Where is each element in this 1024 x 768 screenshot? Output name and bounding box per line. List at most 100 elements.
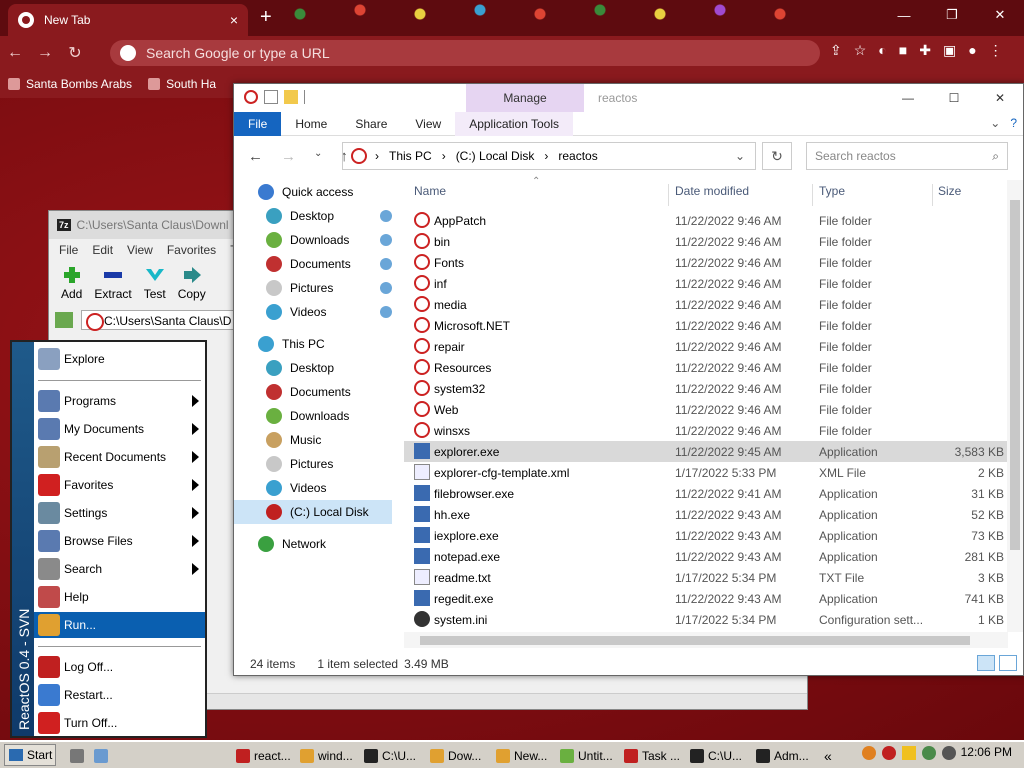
- 7zip-copy-button[interactable]: Copy: [178, 267, 206, 301]
- start-menu-item-turn-off[interactable]: Turn Off...: [34, 710, 205, 736]
- file-row[interactable]: iexplore.exe 11/22/2022 9:43 AM Applicatio…: [404, 525, 1010, 546]
- column-divider[interactable]: [932, 184, 933, 206]
- file-row[interactable]: bin 11/22/2022 9:46 AM File folder: [404, 231, 1010, 252]
- start-menu-item-programs[interactable]: Programs: [34, 388, 205, 414]
- taskbar-button[interactable]: wind...: [300, 745, 353, 767]
- menu-icon[interactable]: ⋮: [989, 42, 1003, 59]
- 7zip-path-input[interactable]: C:\Users\Santa Claus\D: [81, 310, 241, 331]
- nav-item-quick-access[interactable]: Quick access: [258, 180, 353, 204]
- search-input[interactable]: Search reactos ⌕: [806, 142, 1008, 170]
- taskbar-button[interactable]: Adm...: [756, 745, 809, 767]
- tray-expand-icon[interactable]: «: [824, 745, 832, 767]
- taskbar-button[interactable]: react...: [236, 745, 291, 767]
- start-menu-item-run[interactable]: Run...: [34, 612, 205, 638]
- start-button[interactable]: Start: [4, 744, 56, 766]
- help-icon[interactable]: ?: [1010, 116, 1017, 130]
- manage-contextual-tab[interactable]: Manage: [466, 84, 584, 112]
- 7zip-menu-view[interactable]: View: [127, 243, 153, 257]
- scrollbar-thumb[interactable]: [1010, 200, 1020, 550]
- large-icons-view-icon[interactable]: [999, 655, 1017, 671]
- column-divider[interactable]: [668, 184, 669, 206]
- nav-item-pictures[interactable]: Pictures: [266, 276, 333, 300]
- vertical-scrollbar[interactable]: [1007, 180, 1023, 632]
- file-row[interactable]: regedit.exe 11/22/2022 9:43 AM Application…: [404, 588, 1010, 609]
- qat-dropdown-icon[interactable]: [304, 90, 310, 104]
- nav-item-c-local-disk[interactable]: (C:) Local Disk: [234, 500, 392, 524]
- breadcrumb-this-pc[interactable]: This PC: [389, 149, 432, 163]
- nav-item-network[interactable]: Network: [258, 532, 326, 556]
- nav-item-documents[interactable]: Documents: [266, 252, 351, 276]
- file-row[interactable]: AppPatch 11/22/2022 9:46 AM File folder: [404, 210, 1010, 231]
- taskbar-button[interactable]: Untit...: [560, 745, 613, 767]
- reload-icon[interactable]: ↻: [60, 43, 90, 63]
- explorer-titlebar[interactable]: Manage reactos — ☐ ✕: [234, 84, 1023, 112]
- file-row[interactable]: hh.exe 11/22/2022 9:43 AM Application 52 KB: [404, 504, 1010, 525]
- taskbar-button[interactable]: C:\U...: [690, 745, 742, 767]
- address-bar[interactable]: › This PC › (C:) Local Disk › reactos ⌄: [342, 142, 756, 170]
- tray-app-icon[interactable]: [882, 746, 896, 760]
- details-view-icon[interactable]: [977, 655, 995, 671]
- chrome-tab[interactable]: New Tab ×: [8, 4, 248, 36]
- bookmark-star-icon[interactable]: ☆: [854, 42, 867, 59]
- back-icon[interactable]: ←: [0, 44, 30, 62]
- file-row[interactable]: Web 11/22/2022 9:46 AM File folder: [404, 399, 1010, 420]
- puzzle-icon[interactable]: ✚: [919, 42, 931, 59]
- start-menu-item-explore[interactable]: Explore: [34, 346, 205, 372]
- address-dropdown-icon[interactable]: ⌄: [735, 149, 745, 163]
- start-menu-item-recent-documents[interactable]: Recent Documents: [34, 444, 205, 470]
- start-menu-item-help[interactable]: Help: [34, 584, 205, 610]
- chrome-minimize-button[interactable]: —: [880, 0, 928, 30]
- share-icon[interactable]: ⇪: [830, 42, 842, 59]
- nav-item-this-pc[interactable]: This PC: [258, 332, 325, 356]
- file-row[interactable]: Fonts 11/22/2022 9:46 AM File folder: [404, 252, 1010, 273]
- start-menu-item-browse-files[interactable]: Browse Files: [34, 528, 205, 554]
- tab-close-icon[interactable]: ×: [230, 12, 238, 28]
- start-menu-item-log-off[interactable]: Log Off...: [34, 654, 205, 680]
- column-name[interactable]: Name: [414, 184, 446, 198]
- taskbar-button[interactable]: New...: [496, 745, 547, 767]
- tab-share[interactable]: Share: [341, 112, 401, 136]
- breadcrumb-separator-icon[interactable]: ›: [375, 149, 379, 163]
- nav-item-videos[interactable]: Videos: [266, 300, 326, 324]
- nav-item-desktop[interactable]: Desktop: [266, 356, 334, 380]
- file-row[interactable]: media 11/22/2022 9:46 AM File folder: [404, 294, 1010, 315]
- quicklaunch-desktop-icon[interactable]: [70, 745, 88, 767]
- file-row[interactable]: winsxs 11/22/2022 9:46 AM File folder: [404, 420, 1010, 441]
- taskbar-button[interactable]: Task ...: [624, 745, 680, 767]
- bookmark-item[interactable]: Santa Bombs Arabs: [0, 77, 140, 91]
- column-date-modified[interactable]: Date modified: [675, 184, 749, 198]
- nav-item-desktop[interactable]: Desktop: [266, 204, 334, 228]
- up-folder-icon[interactable]: [55, 312, 73, 328]
- tray-warning-icon[interactable]: [902, 746, 916, 760]
- expand-ribbon-icon[interactable]: ⌄: [990, 116, 1000, 130]
- column-divider[interactable]: [812, 184, 813, 206]
- properties-icon[interactable]: [264, 90, 278, 104]
- file-row[interactable]: system32 11/22/2022 9:46 AM File folder: [404, 378, 1010, 399]
- forward-icon[interactable]: →: [30, 44, 60, 62]
- 7zip-test-button[interactable]: Test: [144, 267, 166, 301]
- file-row[interactable]: explorer-cfg-template.xml 1/17/2022 5:33 …: [404, 462, 1010, 483]
- explorer-minimize-button[interactable]: —: [885, 84, 931, 112]
- new-folder-icon[interactable]: [284, 90, 298, 104]
- breadcrumb-reactos[interactable]: reactos: [558, 149, 597, 163]
- 7zip-extract-button[interactable]: Extract: [94, 267, 132, 301]
- tab-application-tools[interactable]: Application Tools: [455, 111, 574, 136]
- nav-item-downloads[interactable]: Downloads: [266, 228, 349, 252]
- taskbar-clock[interactable]: 12:06 PM: [961, 745, 1012, 759]
- taskbar-button[interactable]: Dow...: [430, 745, 481, 767]
- column-size[interactable]: Size: [938, 184, 961, 198]
- file-row[interactable]: filebrowser.exe 11/22/2022 9:41 AM Applica…: [404, 483, 1010, 504]
- nav-item-pictures[interactable]: Pictures: [266, 452, 333, 476]
- sidepanel-icon[interactable]: ▣: [943, 42, 956, 59]
- file-row[interactable]: explorer.exe 11/22/2022 9:45 AM Applicatio…: [404, 441, 1010, 462]
- nav-item-videos[interactable]: Videos: [266, 476, 326, 500]
- nav-item-music[interactable]: Music: [266, 428, 321, 452]
- taskbar-button[interactable]: C:\U...: [364, 745, 416, 767]
- horizontal-scrollbar[interactable]: [404, 632, 1008, 648]
- 7zip-menu-file[interactable]: File: [59, 243, 78, 257]
- file-row[interactable]: inf 11/22/2022 9:46 AM File folder: [404, 273, 1010, 294]
- quicklaunch-explorer-icon[interactable]: [94, 745, 112, 767]
- start-menu-item-search[interactable]: Search: [34, 556, 205, 582]
- start-menu-item-favorites[interactable]: Favorites: [34, 472, 205, 498]
- chrome-maximize-button[interactable]: ❐: [928, 0, 976, 30]
